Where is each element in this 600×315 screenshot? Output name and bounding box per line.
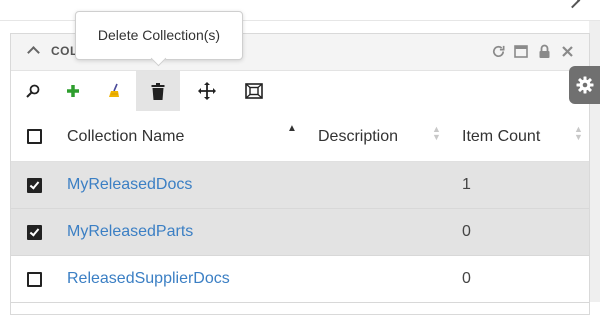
close-icon[interactable]	[559, 43, 575, 59]
collections-panel: COLLECTIONS	[10, 33, 590, 315]
move-icon[interactable]	[185, 71, 229, 111]
delete-icon[interactable]	[136, 71, 180, 111]
settings-tab[interactable]	[569, 66, 600, 104]
panel-header-icons	[490, 43, 575, 59]
collection-name-link[interactable]: ReleasedSupplierDocs	[67, 270, 230, 288]
collection-name-link[interactable]: MyReleasedParts	[67, 223, 193, 241]
sort-icon[interactable]: ▲ ▼	[574, 125, 583, 142]
add-icon[interactable]	[51, 71, 95, 111]
select-all-checkbox[interactable]	[27, 129, 42, 144]
row-checkbox[interactable]	[27, 178, 42, 193]
column-header-description[interactable]: Description	[318, 128, 398, 146]
collection-name-link[interactable]: MyReleasedDocs	[67, 176, 192, 194]
item-count: 1	[462, 176, 471, 193]
row-checkbox[interactable]	[27, 225, 42, 240]
tooltip: Delete Collection(s)	[75, 11, 243, 67]
maximize-icon[interactable]	[513, 43, 529, 59]
row-checkbox[interactable]	[27, 272, 42, 287]
table-row[interactable]: MyReleasedParts 0	[11, 209, 589, 256]
refresh-icon[interactable]	[490, 43, 506, 59]
lock-icon[interactable]	[536, 43, 552, 59]
search-icon[interactable]	[11, 71, 55, 111]
column-header-collection-name[interactable]: Collection Name	[67, 128, 184, 146]
grid-header: Collection Name ▲ Description ▲ ▼ Item Co…	[11, 111, 589, 162]
gear-icon	[576, 76, 593, 94]
item-count: 0	[462, 270, 471, 287]
right-gutter	[589, 21, 600, 302]
chevron-up-icon[interactable]	[27, 46, 40, 59]
toolbar	[11, 71, 589, 111]
sort-ascending-icon[interactable]: ▲	[287, 124, 297, 134]
fit-icon[interactable]	[232, 71, 276, 111]
clear-icon[interactable]	[93, 71, 137, 111]
sort-icon[interactable]: ▲ ▼	[432, 125, 441, 142]
tooltip-text: Delete Collection(s)	[97, 27, 221, 43]
item-count: 0	[462, 223, 471, 240]
column-header-item-count[interactable]: Item Count	[462, 128, 540, 146]
table-row[interactable]: ReleasedSupplierDocs 0	[11, 256, 589, 303]
chevron-down-icon[interactable]	[564, 0, 581, 9]
table-row[interactable]: MyReleasedDocs 1	[11, 162, 589, 209]
